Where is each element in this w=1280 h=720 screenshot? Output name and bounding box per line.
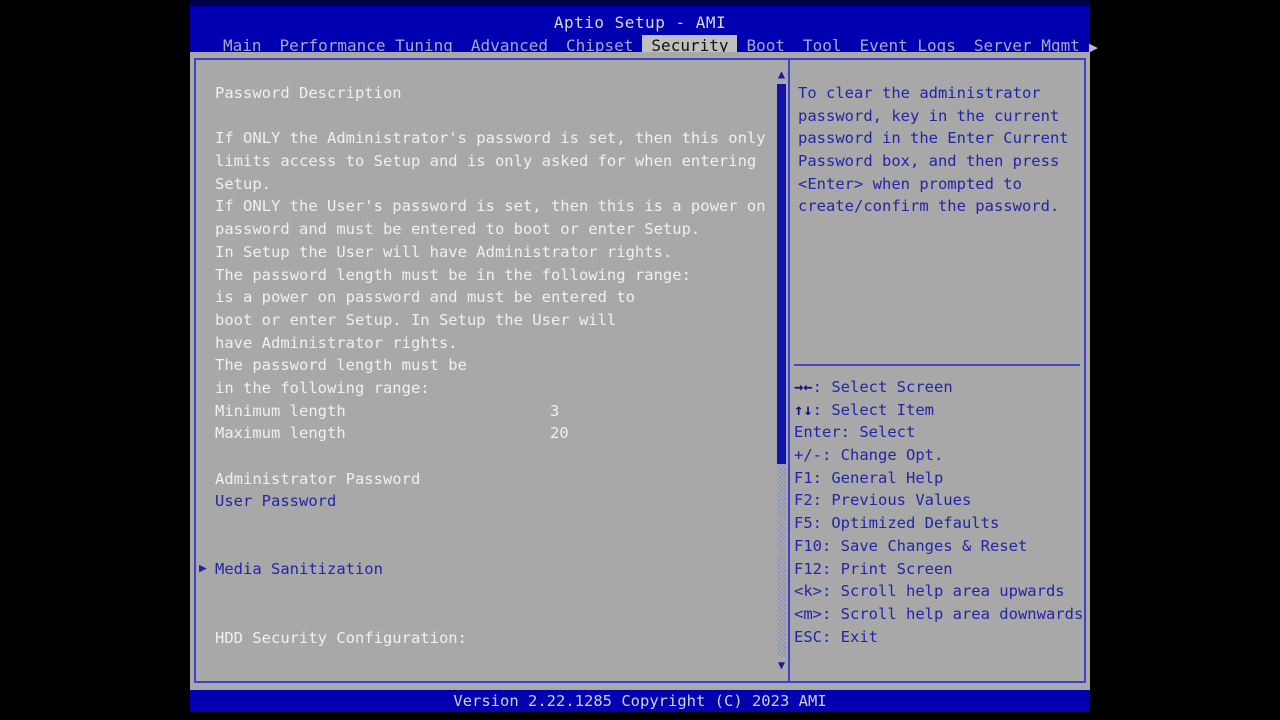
scroll-up-icon[interactable]: ▲ — [775, 68, 788, 82]
help-panel: To clear the administrator password, key … — [788, 58, 1086, 683]
key-legend-label: : Select Item — [812, 400, 934, 419]
help-line: Password box, and then press — [798, 152, 1060, 171]
setting-label: Minimum length — [215, 401, 346, 420]
help-line: password in the Enter Current — [798, 129, 1069, 148]
key-legend-row: Enter: Select — [794, 421, 1084, 444]
text-line: is a power on password and must be enter… — [215, 288, 635, 307]
key-legend-row: +/-: Change Opt. — [794, 444, 1084, 467]
key-legend-row: F12: Print Screen — [794, 558, 1084, 581]
key-legend-row: <k>: Scroll help area upwards — [794, 580, 1084, 603]
key-legend-label: +/-: Change Opt. — [794, 446, 944, 465]
text-line: limits access to Setup and is only asked… — [215, 152, 757, 171]
key-legend-row: F5: Optimized Defaults — [794, 512, 1084, 535]
setting-row[interactable]: ▶ Media Sanitization — [199, 558, 775, 581]
text-line: If ONLY the Administrator's password is … — [215, 129, 766, 148]
key-legend-row: F1: General Help — [794, 467, 1084, 490]
description-line: boot or enter Setup. In Setup the User w… — [215, 309, 775, 332]
description-line: is a power on password and must be enter… — [215, 286, 775, 309]
description-line: If ONLY the Administrator's password is … — [215, 127, 775, 150]
key-legend-label: <k>: Scroll help area upwards — [794, 582, 1065, 601]
key-legend-label: F1: General Help — [794, 468, 944, 487]
key-legend-label: F5: Optimized Defaults — [794, 514, 1000, 533]
key-legend-label: F12: Print Screen — [794, 559, 953, 578]
arrow-keys-icon: →← — [794, 378, 813, 396]
description-line: have Administrator rights. — [215, 332, 775, 355]
key-legend-label: Enter: Select — [794, 423, 916, 442]
description-line: HDD Security Configuration: — [215, 627, 775, 650]
page-title: Aptio Setup - AMI — [553, 13, 727, 32]
text-line: The password length must be — [215, 356, 467, 375]
key-legend-label: : Select Screen — [812, 378, 953, 396]
setting-label: Media Sanitization — [215, 560, 383, 579]
help-line: To clear the administrator — [798, 84, 1041, 102]
setting-row[interactable]: Minimum length 3 — [215, 400, 775, 423]
text-line: Password Description — [215, 84, 402, 102]
scrollbar-thumb[interactable] — [777, 84, 786, 464]
text-line: boot or enter Setup. In Setup the User w… — [215, 310, 617, 329]
key-legend: →←: Select Screen ↑↓: Select Item Enter: S… — [794, 376, 1084, 648]
description-line: in the following range: — [215, 377, 775, 400]
key-legend-row: F2: Previous Values — [794, 489, 1084, 512]
help-line: <Enter> when prompted to — [798, 174, 1022, 193]
settings-list: Password Description If ONLY the Administ… — [199, 82, 775, 650]
text-line: The password length must be in the follo… — [215, 265, 691, 284]
text-line: Setup. — [215, 174, 271, 193]
submenu-arrow-icon: ▶ — [199, 561, 207, 577]
setting-label: User Password — [215, 492, 337, 511]
key-legend-row: ↑↓: Select Item — [794, 399, 1084, 422]
key-legend-label: <m>: Scroll help area downwards — [794, 604, 1084, 623]
settings-scrollbar[interactable]: ▲ ▼ — [775, 68, 788, 673]
setting-label: Maximum length — [215, 424, 346, 443]
description-line: limits access to Setup and is only asked… — [215, 150, 775, 173]
menu-scroll-right-icon[interactable]: ▶ — [1089, 38, 1098, 56]
help-description: To clear the administrator password, key … — [798, 82, 1080, 218]
help-line: password, key in the current — [798, 106, 1060, 125]
description-line: The password length must be in the follo… — [215, 264, 775, 287]
text-line: in the following range: — [215, 378, 430, 397]
setting-row[interactable]: Administrator Password — [215, 468, 775, 491]
description-line: In Setup the User will have Administrato… — [215, 241, 775, 264]
key-legend-label: F2: Previous Values — [794, 491, 972, 510]
settings-panel: Password Description If ONLY the Administ… — [194, 58, 794, 683]
text-line: password and must be entered to boot or … — [215, 220, 701, 239]
text-line: In Setup the User will have Administrato… — [215, 242, 673, 261]
description-line: Setup. — [215, 173, 775, 196]
footer-version: Version 2.22.1285 Copyright (C) 2023 AMI — [190, 690, 1090, 712]
scroll-down-icon[interactable]: ▼ — [775, 659, 788, 673]
key-legend-label: ESC: Exit — [794, 627, 878, 646]
setting-label: Administrator Password — [215, 469, 421, 488]
setting-row[interactable]: Maximum length 20 — [215, 422, 775, 445]
setting-value: 3 — [550, 401, 560, 420]
setting-value: 20 — [550, 424, 569, 443]
description-line: password and must be entered to boot or … — [215, 218, 775, 241]
key-legend-row: F10: Save Changes & Reset — [794, 535, 1084, 558]
description-line: The password length must be — [215, 354, 775, 377]
text-line: HDD Security Configuration: — [215, 628, 467, 647]
key-legend-label: F10: Save Changes & Reset — [794, 536, 1028, 555]
setting-row[interactable]: User Password — [215, 490, 775, 513]
help-line: create/confirm the password. — [798, 197, 1060, 216]
description-line: Password Description — [215, 82, 775, 105]
key-legend-row: <m>: Scroll help area downwards — [794, 603, 1084, 626]
content-frame: Password Description If ONLY the Administ… — [190, 52, 1090, 688]
text-line: If ONLY the User's password is set, then… — [215, 197, 766, 216]
bios-setup-screen: Aptio Setup - AMI Main Performance Tuning… — [0, 0, 1280, 720]
key-legend-row: →←: Select Screen — [794, 376, 1084, 399]
description-line: If ONLY the User's password is set, then… — [215, 195, 775, 218]
text-line: have Administrator rights. — [215, 333, 458, 352]
arrow-keys-icon: ↑↓ — [794, 400, 813, 419]
key-legend-row: ESC: Exit — [794, 626, 1084, 649]
help-separator — [794, 364, 1080, 366]
title-bar: Aptio Setup - AMI Main Performance Tuning… — [190, 6, 1098, 58]
